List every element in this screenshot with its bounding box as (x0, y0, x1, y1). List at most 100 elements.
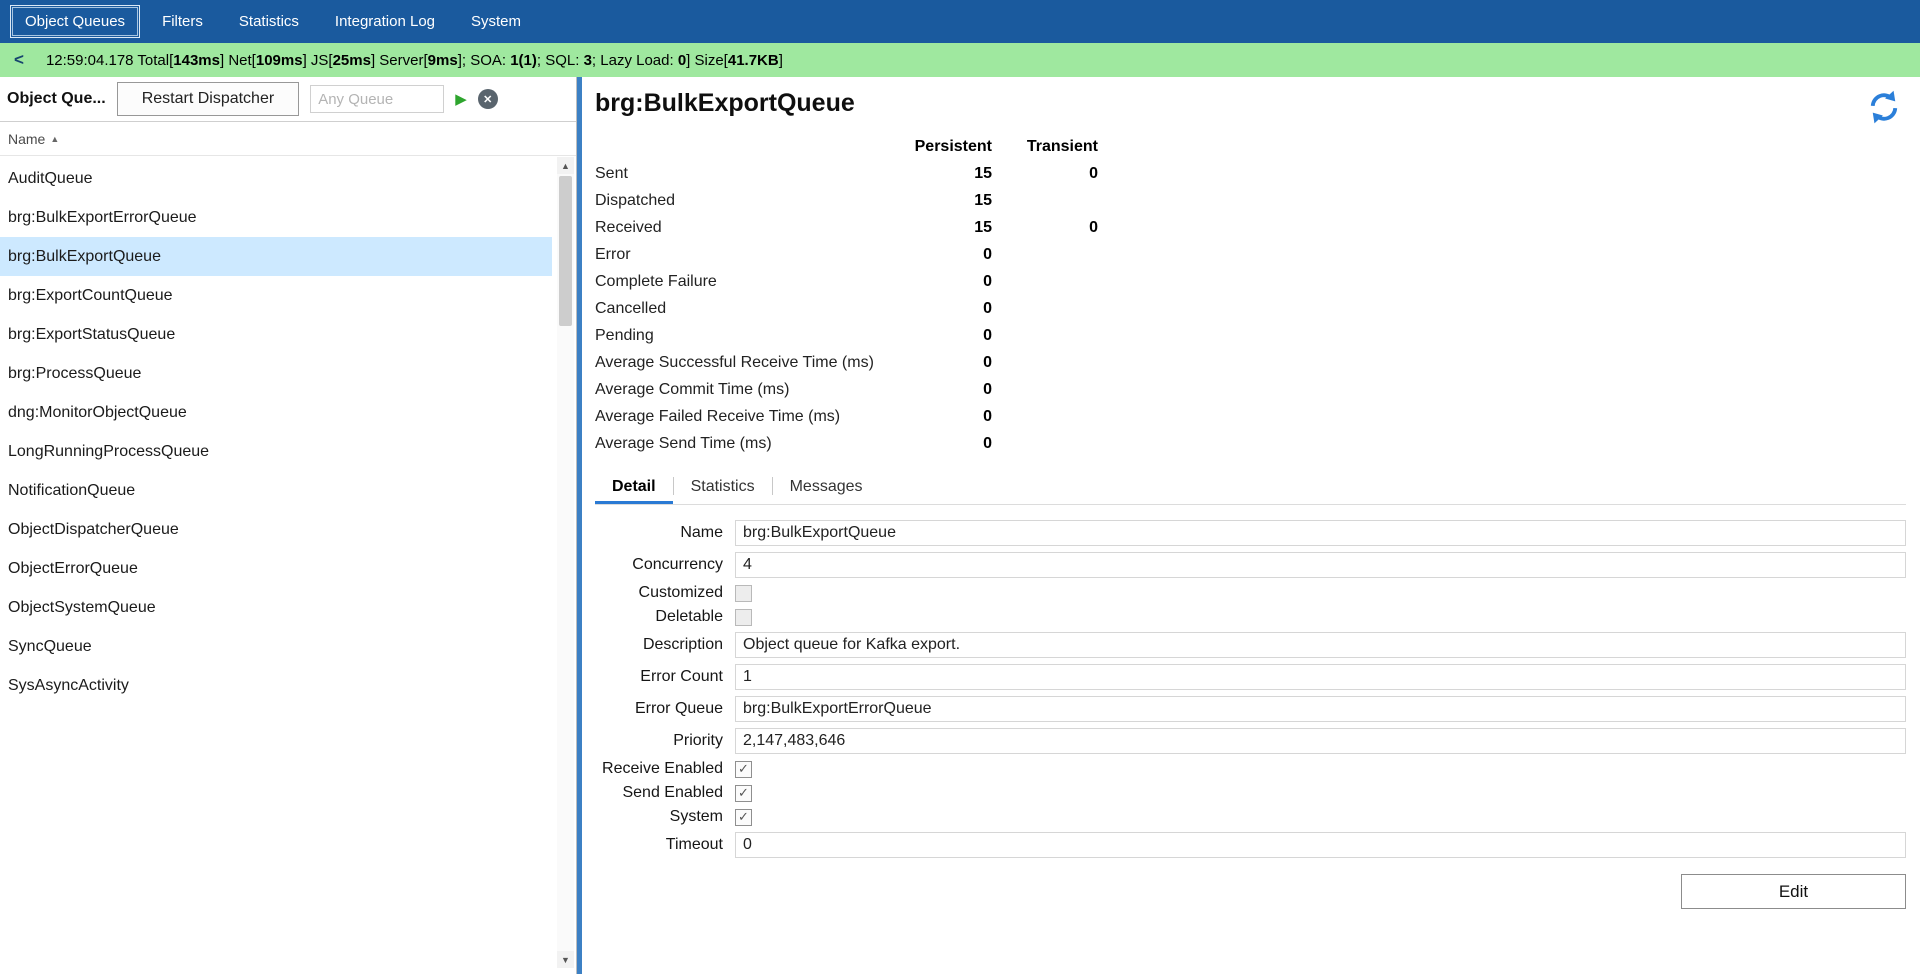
refresh-icon[interactable] (1866, 89, 1902, 125)
status-segment: ] Server[ (371, 52, 428, 69)
sort-ascending-icon: ▲ (50, 134, 59, 144)
top-nav-items: Object Queues Filters Statistics Integratio… (10, 5, 535, 38)
stats-column-transient: Transient (992, 133, 1098, 160)
nav-item-filters[interactable]: Filters (148, 6, 217, 37)
stat-transient-average-failed-receive-time-ms (992, 403, 1098, 430)
detail-tabs: DetailStatisticsMessages (595, 469, 1906, 505)
scrollbar-track[interactable] (557, 174, 574, 951)
stats-header-spacer (595, 133, 895, 160)
form-label-send-enabled: Send Enabled (595, 784, 723, 802)
stat-persistent-pending: 0 (895, 322, 992, 349)
stat-persistent-average-failed-receive-time-ms: 0 (895, 403, 992, 430)
scroll-down-icon[interactable]: ▼ (557, 951, 574, 968)
run-filter-icon[interactable]: ▶ (455, 90, 467, 108)
queue-row-brg-exportstatusqueue[interactable]: brg:ExportStatusQueue (0, 315, 552, 354)
queue-row-brg-bulkexportqueue[interactable]: brg:BulkExportQueue (0, 237, 552, 276)
queue-row-auditqueue[interactable]: AuditQueue (0, 159, 552, 198)
stat-label-error: Error (595, 241, 895, 268)
queue-row-brg-processqueue[interactable]: brg:ProcessQueue (0, 354, 552, 393)
status-segment: 9ms (428, 52, 458, 69)
back-icon[interactable]: < (14, 50, 24, 70)
queue-row-brg-bulkexporterrorqueue[interactable]: brg:BulkExportErrorQueue (0, 198, 552, 237)
clear-filter-icon[interactable]: ✕ (478, 89, 498, 109)
status-segment: 0 (678, 52, 686, 69)
form-value-priority (735, 728, 1906, 754)
stat-label-dispatched: Dispatched (595, 187, 895, 214)
form-label-error-queue: Error Queue (595, 700, 723, 718)
error-queue-field[interactable] (735, 696, 1906, 722)
edit-button[interactable]: Edit (1681, 874, 1906, 909)
status-segment: ; Lazy Load: (592, 52, 678, 69)
queue-row-objecterrorqueue[interactable]: ObjectErrorQueue (0, 549, 552, 588)
stat-persistent-sent: 15 (895, 160, 992, 187)
status-segment: ] JS[ (303, 52, 333, 69)
description-field[interactable] (735, 632, 1906, 658)
nav-item-system[interactable]: System (457, 6, 535, 37)
form-label-name: Name (595, 524, 723, 542)
timeout-field[interactable] (735, 832, 1906, 858)
concurrency-field[interactable] (735, 552, 1906, 578)
list-column-header-name[interactable]: Name ▲ (0, 122, 576, 156)
queue-row-objectsystemqueue[interactable]: ObjectSystemQueue (0, 588, 552, 627)
customized-checkbox[interactable] (735, 585, 752, 602)
queue-row-sysasyncactivity[interactable]: SysAsyncActivity (0, 666, 552, 705)
form-label-error-count: Error Count (595, 668, 723, 686)
nav-item-statistics[interactable]: Statistics (225, 6, 313, 37)
send-enabled-checkbox[interactable]: ✓ (735, 785, 752, 802)
form-value-customized (735, 585, 1906, 602)
tab-detail[interactable]: Detail (595, 469, 673, 504)
form-label-deletable: Deletable (595, 608, 723, 626)
status-segment: ; SQL: (537, 52, 584, 69)
stat-label-average-failed-receive-time-ms: Average Failed Receive Time (ms) (595, 403, 895, 430)
panel-title: Object Que... (7, 90, 106, 108)
stat-persistent-complete-failure: 0 (895, 268, 992, 295)
name-field[interactable] (735, 520, 1906, 546)
stat-transient-average-commit-time-ms (992, 376, 1098, 403)
stat-persistent-error: 0 (895, 241, 992, 268)
form-value-deletable (735, 609, 1906, 626)
vertical-scrollbar[interactable]: ▲ ▼ (557, 157, 574, 968)
deletable-checkbox[interactable] (735, 609, 752, 626)
stat-transient-pending (992, 322, 1098, 349)
form-value-concurrency (735, 552, 1906, 578)
queue-row-dng-monitorobjectqueue[interactable]: dng:MonitorObjectQueue (0, 393, 552, 432)
stat-label-cancelled: Cancelled (595, 295, 895, 322)
queue-list: AuditQueuebrg:BulkExportErrorQueuebrg:Bu… (0, 156, 576, 705)
status-segment: 143ms (173, 52, 220, 69)
stat-transient-cancelled (992, 295, 1098, 322)
nav-item-object-queues[interactable]: Object Queues (10, 5, 140, 38)
tab-statistics[interactable]: Statistics (674, 469, 772, 504)
form-value-receive-enabled: ✓ (735, 761, 1906, 778)
form-label-timeout: Timeout (595, 836, 723, 854)
status-segment: 3 (584, 52, 592, 69)
queue-detail-panel: brg:BulkExportQueue PersistentTransientS… (582, 77, 1920, 974)
queue-row-notificationqueue[interactable]: NotificationQueue (0, 471, 552, 510)
workspace: Object Que... Restart Dispatcher ▶ ✕ Nam… (0, 77, 1920, 974)
queue-row-longrunningprocessqueue[interactable]: LongRunningProcessQueue (0, 432, 552, 471)
receive-enabled-checkbox[interactable]: ✓ (735, 761, 752, 778)
stat-label-complete-failure: Complete Failure (595, 268, 895, 295)
status-segment: ] Net[ (220, 52, 256, 69)
restart-dispatcher-button[interactable]: Restart Dispatcher (117, 82, 300, 116)
nav-item-integration-log[interactable]: Integration Log (321, 6, 449, 37)
system-checkbox[interactable]: ✓ (735, 809, 752, 826)
scroll-up-icon[interactable]: ▲ (557, 157, 574, 174)
stat-transient-average-send-time-ms (992, 430, 1098, 457)
queue-row-syncqueue[interactable]: SyncQueue (0, 627, 552, 666)
stats-table: PersistentTransientSent150Dispatched15Re… (595, 133, 1906, 457)
queue-row-objectdispatcherqueue[interactable]: ObjectDispatcherQueue (0, 510, 552, 549)
status-segment: 41.7KB (728, 52, 779, 69)
stat-transient-average-successful-receive-time-ms (992, 349, 1098, 376)
queue-filter-input[interactable] (310, 85, 444, 113)
queue-row-brg-exportcountqueue[interactable]: brg:ExportCountQueue (0, 276, 552, 315)
form-label-system: System (595, 808, 723, 826)
priority-field[interactable] (735, 728, 1906, 754)
status-segment: 109ms (256, 52, 303, 69)
top-nav: Object Queues Filters Statistics Integratio… (0, 0, 1920, 43)
scrollbar-thumb[interactable] (559, 176, 572, 326)
stat-transient-received: 0 (992, 214, 1098, 241)
tab-messages[interactable]: Messages (773, 469, 880, 504)
error-count-field[interactable] (735, 664, 1906, 690)
stat-transient-complete-failure (992, 268, 1098, 295)
stat-label-average-successful-receive-time-ms: Average Successful Receive Time (ms) (595, 349, 895, 376)
